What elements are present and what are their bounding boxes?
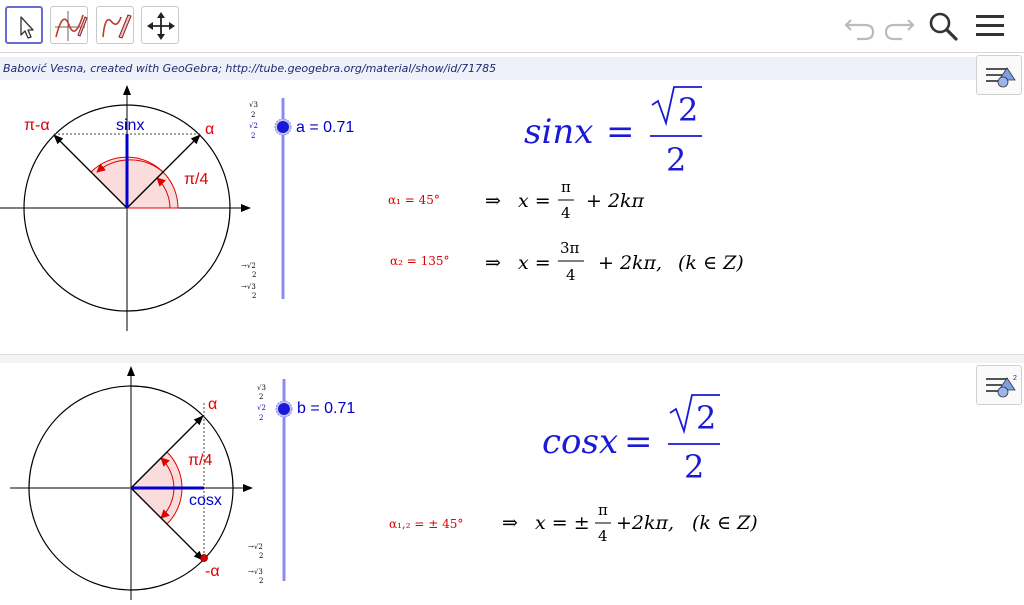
- slider-tick-sqrt2-2-top: √2: [249, 122, 258, 130]
- formula-sqrt-value: 2: [678, 91, 698, 129]
- arrow-cursor-icon: [20, 16, 34, 39]
- x-equals-1: x =: [518, 190, 551, 212]
- slider-tick-sqrt3-2-top: √3: [257, 384, 266, 392]
- slider-tick-den4: 2: [259, 577, 263, 585]
- frac1-num: π: [561, 178, 571, 196]
- formula-denominator: 2: [666, 141, 686, 179]
- k-in-z-2: (k ∈ Z): [692, 512, 758, 534]
- implies: ⇒: [502, 512, 518, 534]
- frac2-num: 3π: [560, 239, 580, 257]
- slider-tick-den4: 2: [252, 292, 256, 300]
- move-tool-button[interactable]: [5, 6, 43, 44]
- formula-sqrt-value: 2: [696, 399, 716, 437]
- search-icon[interactable]: [925, 8, 961, 44]
- slider-tick-den3: 2: [252, 271, 256, 279]
- label-sinx: sinx: [116, 117, 144, 134]
- plus-2kpi-2: + 2kπ,: [598, 252, 662, 274]
- formula-equals: =: [624, 422, 653, 462]
- slider-tick-sqrt3-2-bottom: →√3: [241, 283, 256, 291]
- pan-tool-button[interactable]: [141, 6, 179, 44]
- label-pi-minus-alpha: π-α: [24, 117, 50, 134]
- frac2-den: 4: [566, 266, 576, 284]
- slider-tick-sqrt3-2-top: √3: [249, 101, 258, 109]
- style-bar-toggle-bottom[interactable]: 2: [976, 365, 1022, 405]
- slider-tick-den: 2: [251, 111, 255, 119]
- implies-2: ⇒: [485, 252, 501, 274]
- graphics-view-bottom[interactable]: α π/4 cosx -α √3 2 √2 2 →√2 2 →√3 2 b = …: [0, 363, 1024, 600]
- frac1-den: 4: [561, 204, 571, 222]
- angle-sector-minus-alpha: [129, 487, 183, 525]
- slider-tick-sqrt2-2-top: √2: [257, 404, 266, 412]
- plus-2kpi-1: + 2kπ: [586, 190, 645, 212]
- formula-cosx-lhs: cosx: [542, 422, 618, 462]
- toolbar: [0, 0, 1024, 53]
- slider-tick-den2: 2: [251, 132, 255, 140]
- label-alpha: α: [208, 396, 217, 413]
- function-tool-button[interactable]: [50, 6, 88, 44]
- k-in-z-1: (k ∈ Z): [678, 252, 744, 274]
- slider-b-handle[interactable]: [278, 403, 290, 415]
- point-minus-alpha[interactable]: [200, 554, 208, 562]
- frac-num: π: [598, 501, 608, 519]
- alpha12-value: α₁,₂ = ± 45°: [389, 517, 463, 531]
- slider-tick-den: 2: [259, 393, 263, 401]
- freehand-tool-button[interactable]: [96, 6, 134, 44]
- redo-icon[interactable]: [880, 8, 916, 44]
- x-equals-2: x =: [518, 252, 551, 274]
- formula-sinx-lhs: sinx: [524, 112, 593, 152]
- alpha1-value: α₁ = 45°: [388, 193, 440, 207]
- slider-tick-den3: 2: [259, 552, 263, 560]
- label-minus-alpha: -α: [205, 563, 220, 580]
- slider-tick-sqrt3-2-bottom: →√3: [248, 568, 263, 576]
- angle-sector-alpha: [129, 451, 183, 489]
- formula-denominator: 2: [684, 448, 704, 486]
- implies-1: ⇒: [485, 190, 501, 212]
- x-equals-pm: x = ±: [535, 512, 590, 534]
- plus-2kpi: +2kπ,: [616, 512, 674, 534]
- label-cosx: cosx: [189, 492, 222, 509]
- function-pen-icon: [55, 11, 88, 41]
- frac-den: 4: [598, 527, 608, 545]
- unit-circle-sine-drawing[interactable]: π-α sinx α π/4 √3 2 √2 2 →√2 2 →√3 2 a =…: [0, 81, 1024, 354]
- style-bar-icon: [986, 67, 1016, 88]
- slider-tick-sqrt2-2-bottom: →√2: [241, 262, 256, 270]
- slider-b-label: b = 0.71: [297, 400, 355, 417]
- freehand-pen-icon: [102, 14, 132, 39]
- formula-equals: =: [606, 112, 635, 152]
- slider-a-label: a = 0.71: [296, 119, 354, 136]
- unit-circle-cosine-drawing[interactable]: α π/4 cosx -α √3 2 √2 2 →√2 2 →√3 2 b = …: [0, 363, 1024, 600]
- label-pi-over-4: π/4: [184, 171, 208, 188]
- style-bar-toggle-top[interactable]: [976, 55, 1022, 95]
- label-alpha: α: [205, 121, 214, 138]
- slider-a-handle[interactable]: [277, 121, 289, 133]
- slider-tick-sqrt2-2-bottom: →√2: [248, 543, 263, 551]
- label-pi-over-4: π/4: [188, 452, 212, 469]
- svg-text:2: 2: [1013, 375, 1017, 382]
- alpha2-value: α₂ = 135°: [390, 254, 450, 268]
- undo-icon[interactable]: [843, 8, 879, 44]
- move-arrows-icon: [147, 12, 175, 40]
- menu-icon[interactable]: [972, 8, 1008, 44]
- slider-tick-den2: 2: [259, 414, 263, 422]
- style-bar-icon: 2: [986, 375, 1017, 398]
- credit-line: Babović Vesna, created with GeoGebra; ht…: [0, 57, 976, 80]
- graphics-view-top[interactable]: π-α sinx α π/4 √3 2 √2 2 →√2 2 →√3 2 a =…: [0, 81, 1024, 354]
